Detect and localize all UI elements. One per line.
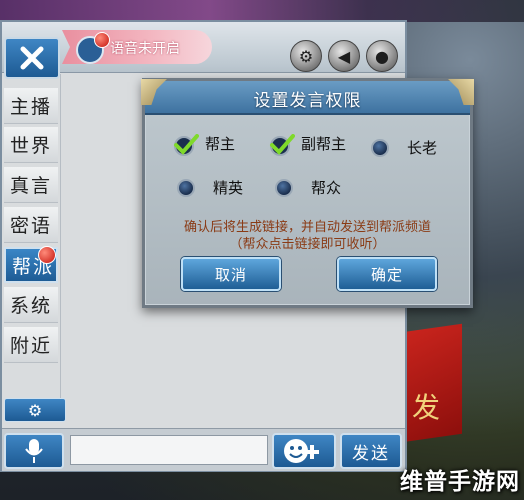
option-elite[interactable]: 精英: [177, 177, 243, 198]
chat-header: 语音未开启 ⚙ ◀ ●: [2, 22, 405, 73]
checkmark-icon: [269, 133, 295, 156]
dialog-title-bar: 设置发言权限: [145, 81, 470, 115]
option-label: 帮主: [205, 135, 236, 153]
dialog-hint: 确认后将生成链接，并自动发送到帮派频道 （帮众点击链接即可收听）: [145, 219, 470, 253]
checkmark-icon: [173, 133, 199, 156]
close-icon: [20, 46, 44, 70]
sidebar-divider: [60, 74, 61, 414]
red-envelope-char: 发: [412, 391, 441, 424]
permission-dialog: 设置发言权限 帮主 副帮主 长老 精英 帮众 确认后将生成链接，并自动发送到帮派…: [141, 78, 473, 308]
watermark: 维普手游网: [400, 469, 520, 495]
settings-gear-icon[interactable]: ⚙: [290, 40, 322, 72]
tab-system[interactable]: 系统: [4, 287, 58, 323]
voice-input-button[interactable]: [4, 433, 64, 469]
chat-input[interactable]: [70, 435, 268, 465]
gear-icon: ⚙: [27, 400, 43, 420]
option-label: 长老: [407, 139, 438, 157]
option-label: 副帮主: [301, 135, 347, 153]
voice-status: 语音未开启: [110, 41, 180, 57]
option-leader[interactable]: 帮主: [173, 133, 236, 156]
tab-whisper[interactable]: 密语: [4, 207, 58, 243]
microphone-icon: [25, 439, 43, 463]
radio-icon: [275, 178, 293, 197]
smiley-icon: [284, 439, 319, 463]
notification-dot-icon: [94, 32, 110, 48]
cancel-button[interactable]: 取消: [181, 257, 281, 291]
option-member[interactable]: 帮众: [275, 177, 341, 198]
option-vice-leader[interactable]: 副帮主: [269, 133, 347, 156]
hint-line-1: 确认后将生成链接，并自动发送到帮派频道: [183, 220, 431, 235]
radio-icon: [177, 178, 195, 197]
emoji-button[interactable]: [272, 433, 336, 469]
speaker-icon[interactable]: ◀: [328, 40, 360, 72]
option-label: 帮众: [311, 179, 342, 197]
microphone-icon[interactable]: ●: [366, 40, 398, 72]
top-decoration: [0, 0, 524, 22]
option-elder[interactable]: 长老: [371, 137, 437, 158]
confirm-button[interactable]: 确定: [337, 257, 437, 291]
option-label: 精英: [213, 179, 244, 197]
tab-zhubo[interactable]: 主播: [4, 88, 58, 124]
dialog-title: 设置发言权限: [253, 91, 362, 111]
input-bar: 发送: [2, 428, 405, 471]
radio-icon: [371, 138, 389, 157]
hint-line-2: （帮众点击链接即可收听）: [229, 237, 386, 252]
tab-nearby[interactable]: 附近: [4, 327, 58, 363]
close-button[interactable]: [4, 37, 60, 79]
send-button[interactable]: 发送: [340, 433, 402, 469]
tab-world[interactable]: 世界: [4, 127, 58, 163]
guild-notification-dot-icon: [38, 246, 56, 264]
tab-zhenyan[interactable]: 真言: [4, 167, 58, 203]
chat-settings-button[interactable]: ⚙: [4, 398, 66, 422]
